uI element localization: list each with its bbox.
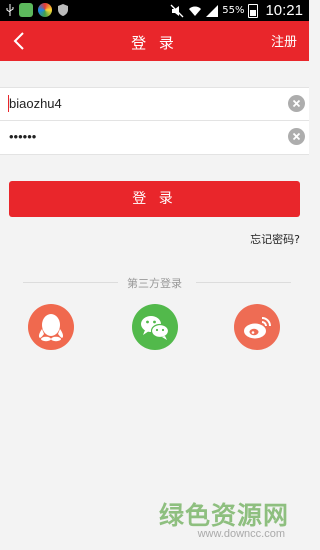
password-field[interactable]: ••••••: [0, 121, 309, 153]
forgot-password-link[interactable]: 忘记密码?: [250, 231, 300, 247]
battery-icon: [248, 3, 259, 18]
login-form: biaozhu4 ••••••: [0, 87, 309, 155]
clear-icon: [292, 99, 301, 108]
usb-icon: [6, 4, 14, 16]
signal-icon: [206, 4, 219, 17]
login-button[interactable]: 登 录: [9, 181, 300, 217]
status-left: [6, 3, 69, 17]
watermark-url: www.downcc.com: [197, 528, 285, 540]
status-right: 55% 10:21: [170, 2, 303, 19]
clear-password-button[interactable]: [288, 128, 305, 145]
qq-login-button[interactable]: [28, 304, 74, 350]
wechat-icon: [141, 316, 170, 340]
app-header: 登 录 注册: [0, 21, 309, 61]
battery-percent: 55%: [222, 5, 245, 16]
watermark-text: 绿色资源网: [158, 501, 289, 530]
app-icon-green: [19, 3, 33, 17]
third-party-label: 第三方登录: [127, 277, 182, 290]
clear-icon: [292, 132, 301, 141]
register-button[interactable]: 注册: [271, 31, 297, 50]
clear-username-button[interactable]: [288, 95, 305, 112]
shield-icon: [58, 4, 68, 16]
status-bar: 55% 10:21: [0, 0, 309, 21]
qq-icon: [38, 314, 64, 342]
wifi-icon: [189, 6, 202, 16]
password-value: ••••••: [9, 129, 37, 144]
wechat-login-button[interactable]: [132, 304, 178, 350]
weibo-login-button[interactable]: [234, 304, 280, 350]
username-value: biaozhu4: [9, 96, 62, 111]
clock: 10:21: [265, 2, 303, 19]
mute-icon: [170, 4, 184, 17]
app-icon-color: [38, 3, 52, 17]
username-field[interactable]: biaozhu4: [0, 88, 309, 121]
weibo-icon: [244, 317, 271, 339]
page-title: 登 录: [131, 34, 178, 52]
